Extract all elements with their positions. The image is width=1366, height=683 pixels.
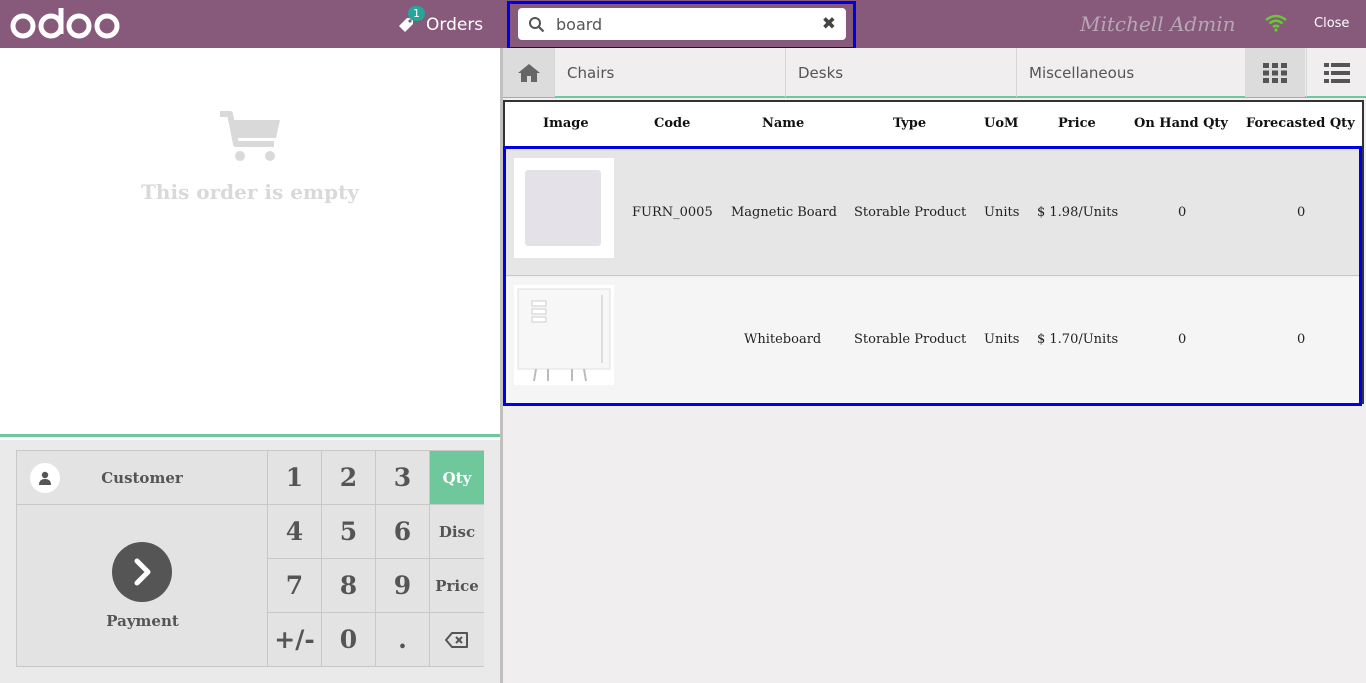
numpad-key-5[interactable]: 5: [322, 505, 376, 559]
orders-button[interactable]: 1 Orders: [396, 6, 484, 40]
numpad-key-decimal[interactable]: .: [376, 613, 430, 666]
list-view-button[interactable]: [1306, 48, 1366, 97]
list-view-icon: [1323, 62, 1350, 83]
orders-label: Orders: [426, 15, 484, 35]
cashier-name[interactable]: Mitchell Admin: [1080, 12, 1235, 36]
product-pane: Chairs Desks Miscellaneous Image Code Na…: [503, 48, 1366, 683]
backspace-button[interactable]: [430, 613, 484, 666]
payment-label: Payment: [106, 612, 179, 630]
odoo-logo: [10, 8, 120, 39]
backspace-icon: [445, 631, 468, 648]
category-chairs[interactable]: Chairs: [554, 48, 785, 97]
control-pads: Customer Payment 1 2 3 Qty 4 5 6 Disc 7 …: [16, 450, 484, 667]
user-icon: [30, 462, 60, 493]
numpad-key-6[interactable]: 6: [376, 505, 430, 559]
grid-view-icon: [1263, 62, 1287, 83]
numpad-key-4[interactable]: 4: [268, 505, 322, 559]
home-category-button[interactable]: [503, 48, 554, 97]
table-header: Image Code Name Type UoM Price On Hand Q…: [505, 102, 1362, 146]
empty-order-message: This order is empty: [141, 180, 359, 204]
results-highlight-frame: [503, 146, 1362, 406]
search-input[interactable]: [556, 11, 806, 37]
mode-price-button[interactable]: Price: [430, 559, 484, 613]
category-miscellaneous[interactable]: Miscellaneous: [1016, 48, 1245, 97]
header-on-hand-qty: On Hand Qty: [1134, 116, 1228, 131]
search-box[interactable]: ✖: [518, 8, 846, 40]
header-type: Type: [893, 116, 927, 131]
customer-button[interactable]: Customer: [17, 451, 268, 505]
numpad-key-2[interactable]: 2: [322, 451, 376, 505]
mode-disc-button[interactable]: Disc: [430, 505, 484, 559]
numpad-key-3[interactable]: 3: [376, 451, 430, 505]
customer-label: Customer: [101, 468, 183, 487]
header-image: Image: [543, 116, 589, 131]
numpad-key-7[interactable]: 7: [268, 559, 322, 613]
numpad-key-0[interactable]: 0: [322, 613, 376, 666]
control-pad-area: Customer Payment 1 2 3 Qty 4 5 6 Disc 7 …: [0, 440, 500, 683]
numpad-key-9[interactable]: 9: [376, 559, 430, 613]
header-forecasted-qty: Forecasted Qty: [1246, 116, 1355, 131]
numpad-key-8[interactable]: 8: [322, 559, 376, 613]
category-bar: Chairs Desks Miscellaneous: [503, 48, 1366, 98]
order-area: This order is empty: [0, 48, 500, 437]
search-icon: [529, 17, 545, 33]
home-icon: [517, 63, 540, 82]
numpad: 1 2 3 Qty 4 5 6 Disc 7 8 9 Price +/- 0 .: [268, 451, 484, 666]
header-uom: UoM: [984, 116, 1019, 131]
clear-search-icon[interactable]: ✖: [822, 14, 836, 34]
payment-button[interactable]: Payment: [17, 505, 268, 666]
header-code: Code: [654, 116, 691, 131]
category-desks[interactable]: Desks: [785, 48, 1016, 97]
chevron-right-icon: [134, 558, 151, 586]
grid-view-button[interactable]: [1245, 48, 1305, 97]
numpad-key-plus-minus[interactable]: +/-: [268, 613, 322, 666]
tag-icon: 1: [396, 6, 425, 35]
left-pane: This order is empty Customer Payment 1 2…: [0, 48, 500, 683]
wifi-icon: [1265, 14, 1287, 32]
payment-circle: [112, 542, 172, 602]
header-name: Name: [762, 116, 805, 131]
orders-count-badge: 1: [408, 6, 425, 21]
numpad-key-1[interactable]: 1: [268, 451, 322, 505]
shopping-cart-icon: [220, 111, 280, 161]
close-button[interactable]: Close: [1314, 16, 1349, 31]
empty-list-area: [503, 406, 1366, 683]
top-header: 1 Orders ✖ Mitchell Admin Close: [0, 0, 1366, 50]
mode-qty-button[interactable]: Qty: [430, 451, 484, 505]
header-price: Price: [1058, 116, 1096, 131]
